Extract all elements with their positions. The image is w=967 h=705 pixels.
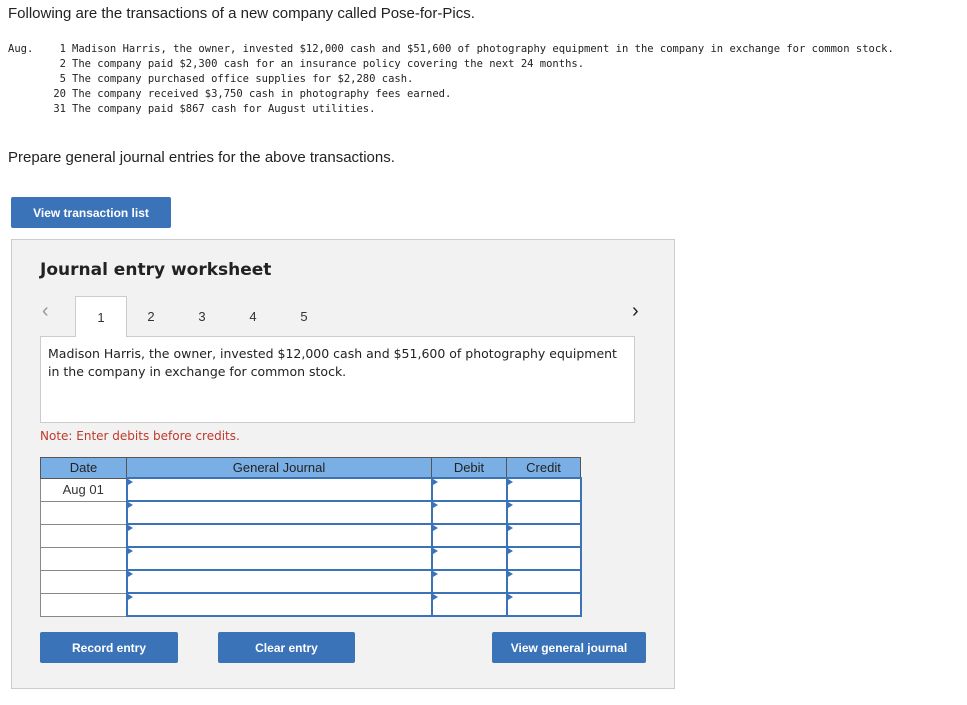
- transaction-month: Aug.: [8, 43, 34, 55]
- header-general-journal: General Journal: [126, 457, 432, 479]
- account-input[interactable]: [125, 592, 433, 617]
- prev-arrow-icon[interactable]: ‹: [42, 300, 49, 323]
- transaction-day: 2: [59, 58, 66, 70]
- credit-input[interactable]: [505, 477, 582, 502]
- account-input[interactable]: [125, 477, 433, 502]
- tab-5[interactable]: 5: [279, 296, 329, 336]
- debit-input[interactable]: [430, 500, 508, 525]
- table-row: [40, 523, 582, 548]
- note-text: Note: Enter debits before credits.: [40, 429, 240, 443]
- transaction-list: Aug. 1 Madison Harris, the owner, invested…: [8, 42, 952, 117]
- transaction-item: Aug. 1 Madison Harris, the owner, invested…: [8, 42, 952, 57]
- credit-input[interactable]: [505, 546, 582, 571]
- debit-input[interactable]: [430, 477, 508, 502]
- journal-table: Date General Journal Debit Credit Aug 01: [40, 457, 582, 617]
- date-cell: [40, 592, 127, 617]
- credit-input[interactable]: [505, 569, 582, 594]
- credit-input[interactable]: [505, 523, 582, 548]
- transaction-item: 20 The company received $3,750 cash in ph…: [8, 87, 952, 102]
- date-cell: Aug 01: [40, 477, 127, 502]
- debit-input[interactable]: [430, 546, 508, 571]
- intro-text: Following are the transactions of a new …: [8, 5, 475, 22]
- table-row: Aug 01: [40, 477, 582, 502]
- header-date: Date: [40, 457, 127, 479]
- worksheet-title: Journal entry worksheet: [40, 260, 272, 280]
- credit-input[interactable]: [505, 592, 582, 617]
- view-transaction-list-button[interactable]: View transaction list: [11, 197, 171, 228]
- transaction-day: 1: [59, 43, 66, 55]
- tab-3[interactable]: 3: [177, 296, 227, 336]
- tab-2[interactable]: 2: [126, 296, 176, 336]
- instructions: Prepare general journal entries for the …: [8, 149, 395, 166]
- transaction-item: 31 The company paid $867 cash for August …: [8, 102, 952, 117]
- view-general-journal-button[interactable]: View general journal: [492, 632, 646, 663]
- transaction-description: Madison Harris, the owner, invested $12,…: [40, 336, 635, 423]
- transaction-text: The company purchased office supplies fo…: [72, 73, 414, 85]
- transaction-day: 31: [53, 103, 66, 115]
- account-input[interactable]: [125, 569, 433, 594]
- header-credit: Credit: [506, 457, 581, 479]
- credit-input[interactable]: [505, 500, 582, 525]
- table-row: [40, 546, 582, 571]
- transaction-text: The company received $3,750 cash in phot…: [72, 88, 452, 100]
- tab-1[interactable]: 1: [75, 296, 127, 337]
- account-input[interactable]: [125, 523, 433, 548]
- transaction-month: [8, 72, 42, 87]
- date-cell: [40, 500, 127, 525]
- transaction-text: The company paid $2,300 cash for an insu…: [72, 58, 585, 70]
- debit-input[interactable]: [430, 523, 508, 548]
- transaction-month: [8, 87, 42, 102]
- transaction-month: [8, 102, 42, 117]
- date-cell: [40, 523, 127, 548]
- clear-entry-button[interactable]: Clear entry: [218, 632, 355, 663]
- tab-4[interactable]: 4: [228, 296, 278, 336]
- record-entry-button[interactable]: Record entry: [40, 632, 178, 663]
- debit-input[interactable]: [430, 569, 508, 594]
- transaction-item: 2 The company paid $2,300 cash for an ins…: [8, 57, 952, 72]
- date-cell: [40, 546, 127, 571]
- account-input[interactable]: [125, 500, 433, 525]
- account-input[interactable]: [125, 546, 433, 571]
- header-debit: Debit: [431, 457, 507, 479]
- table-row: [40, 500, 582, 525]
- date-cell: [40, 569, 127, 594]
- transaction-text: The company paid $867 cash for August ut…: [72, 103, 376, 115]
- table-row: [40, 592, 582, 617]
- next-arrow-icon[interactable]: ›: [632, 300, 639, 323]
- transaction-text: Madison Harris, the owner, invested $12,…: [72, 43, 894, 55]
- transaction-day: 20: [53, 88, 66, 100]
- table-row: [40, 569, 582, 594]
- debit-input[interactable]: [430, 592, 508, 617]
- transaction-item: 5 The company purchased office supplies f…: [8, 72, 952, 87]
- transaction-day: 5: [59, 73, 66, 85]
- transaction-month: [8, 57, 42, 72]
